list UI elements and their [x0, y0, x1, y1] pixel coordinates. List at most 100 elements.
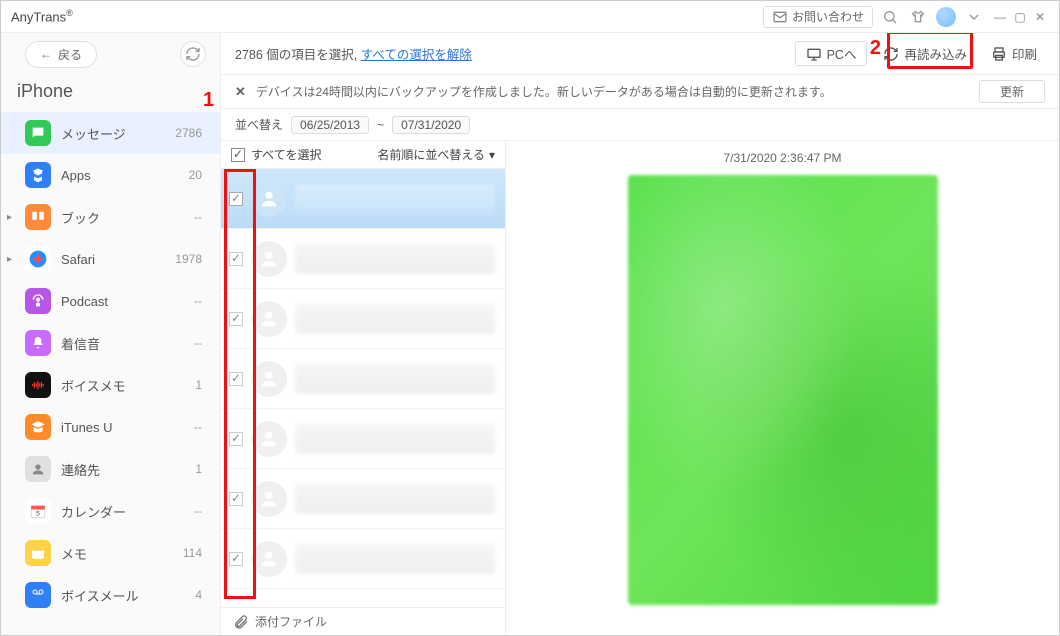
print-label: 印刷: [1012, 44, 1037, 63]
itunesu-icon: [25, 414, 51, 440]
voicememo-icon: [25, 372, 51, 398]
sidebar-item-count: --: [194, 504, 202, 518]
message-row[interactable]: [221, 409, 505, 469]
row-checkbox[interactable]: [229, 252, 243, 266]
export-icon: [806, 46, 822, 62]
tshirt-icon[interactable]: [907, 6, 929, 28]
sidebar-item-count: 2786: [175, 126, 202, 140]
notice-text: デバイスは24時間以内にバックアップを作成しました。新しいデータがある場合は自動…: [256, 83, 832, 100]
contact-avatar: [251, 541, 287, 577]
sidebar-refresh-button[interactable]: [180, 41, 206, 67]
sidebar-item-notes[interactable]: メモ114: [1, 532, 220, 574]
refresh-icon: [883, 46, 899, 62]
sidebar-item-count: 1978: [175, 252, 202, 266]
notes-icon: [25, 540, 51, 566]
select-all-checkbox[interactable]: [231, 148, 245, 162]
message-preview-blur: [295, 424, 495, 454]
sidebar-item-label: iTunes U: [61, 420, 194, 435]
print-button[interactable]: 印刷: [983, 40, 1045, 67]
contact-avatar: [251, 181, 287, 217]
sidebar-item-voicememo[interactable]: ボイスメモ1: [1, 364, 220, 406]
export-to-pc-button[interactable]: PCへ: [795, 41, 868, 66]
message-row[interactable]: [221, 229, 505, 289]
contact-button[interactable]: お問い合わせ: [763, 6, 873, 28]
search-icon[interactable]: [879, 6, 901, 28]
row-checkbox[interactable]: [229, 432, 243, 446]
contact-avatar: [251, 241, 287, 277]
row-checkbox[interactable]: [229, 192, 243, 206]
window-minimize[interactable]: —: [991, 10, 1009, 24]
preview-timestamp: 7/31/2020 2:36:47 PM: [723, 151, 841, 165]
sidebar-item-apps[interactable]: Apps20: [1, 154, 220, 196]
sidebar-item-count: 1: [195, 462, 202, 476]
voicemail-icon: [25, 582, 51, 608]
deselect-all-link[interactable]: すべての選択を解除: [361, 48, 472, 62]
contact-label: お問い合わせ: [792, 8, 864, 25]
callout-number-1: 1: [203, 89, 214, 112]
sidebar-item-contacts[interactable]: 連絡先1: [1, 448, 220, 490]
sidebar-item-label: 連絡先: [61, 460, 195, 479]
row-checkbox[interactable]: [229, 552, 243, 566]
message-row[interactable]: [221, 349, 505, 409]
message-preview-blur: [295, 304, 495, 334]
sidebar-item-label: ボイスメモ: [61, 376, 195, 395]
sidebar-item-message[interactable]: メッセージ2786: [1, 112, 220, 154]
arrow-left-icon: ←: [40, 47, 52, 61]
attachments-row[interactable]: 添付ファイル: [221, 607, 505, 635]
contact-avatar: [251, 481, 287, 517]
sidebar-item-itunesu[interactable]: iTunes U--: [1, 406, 220, 448]
calendar-icon: 5: [25, 498, 51, 524]
sidebar-item-count: --: [194, 420, 202, 434]
sidebar-item-count: --: [194, 294, 202, 308]
contact-avatar: [251, 361, 287, 397]
date-from-input[interactable]: 06/25/2013: [291, 116, 369, 134]
sidebar-item-voicemail[interactable]: ボイスメール4: [1, 574, 220, 616]
apps-icon: [25, 162, 51, 188]
window-maximize[interactable]: ▢: [1011, 10, 1029, 24]
sidebar-item-book[interactable]: ▸ブック--: [1, 196, 220, 238]
app-title: AnyTrans®: [11, 8, 73, 24]
contact-avatar: [251, 421, 287, 457]
sidebar-item-safari[interactable]: ▸Safari1978: [1, 238, 220, 280]
sort-by-name-label: 名前順に並べ替える: [377, 146, 485, 163]
user-avatar[interactable]: [935, 6, 957, 28]
window-close[interactable]: ✕: [1031, 10, 1049, 24]
chevron-down-icon: ▾: [489, 148, 495, 162]
sidebar-item-podcast[interactable]: Podcast--: [1, 280, 220, 322]
selection-count-text: 2786 個の項目を選択, すべての選択を解除: [235, 44, 472, 63]
attachments-label: 添付ファイル: [255, 613, 327, 630]
sidebar-item-count: --: [194, 336, 202, 350]
sidebar-item-label: ブック: [61, 208, 194, 227]
message-icon: [25, 120, 51, 146]
close-notice-button[interactable]: ✕: [235, 84, 246, 100]
message-row[interactable]: [221, 169, 505, 229]
row-checkbox[interactable]: [229, 492, 243, 506]
update-button[interactable]: 更新: [979, 80, 1045, 103]
mail-icon: [772, 9, 788, 25]
chevron-down-icon[interactable]: [963, 6, 985, 28]
attachment-icon: [233, 614, 249, 630]
back-button[interactable]: ← 戻る: [25, 41, 97, 68]
sidebar-item-calendar[interactable]: 5カレンダー--: [1, 490, 220, 532]
sidebar-item-bell[interactable]: 着信音--: [1, 322, 220, 364]
select-all-label: すべてを選択: [251, 146, 321, 163]
message-preview-blur: [295, 364, 495, 394]
refresh-icon: [185, 46, 201, 62]
device-title: iPhone: [1, 75, 220, 112]
callout-number-2: 2: [870, 37, 881, 60]
reload-label: 再読み込み: [904, 44, 967, 63]
print-icon: [991, 46, 1007, 62]
message-preview-blur: [295, 244, 495, 274]
message-preview-blur: [295, 544, 495, 574]
sort-by-name-dropdown[interactable]: 名前順に並べ替える ▾: [377, 146, 495, 163]
message-row[interactable]: [221, 529, 505, 589]
sidebar-item-count: 20: [189, 168, 202, 182]
date-to-input[interactable]: 07/31/2020: [392, 116, 470, 134]
message-row[interactable]: [221, 289, 505, 349]
sidebar-item-label: Safari: [61, 252, 175, 267]
back-label: 戻る: [58, 46, 82, 63]
reload-button[interactable]: 再読み込み: [875, 40, 975, 67]
row-checkbox[interactable]: [229, 312, 243, 326]
message-row[interactable]: [221, 469, 505, 529]
row-checkbox[interactable]: [229, 372, 243, 386]
